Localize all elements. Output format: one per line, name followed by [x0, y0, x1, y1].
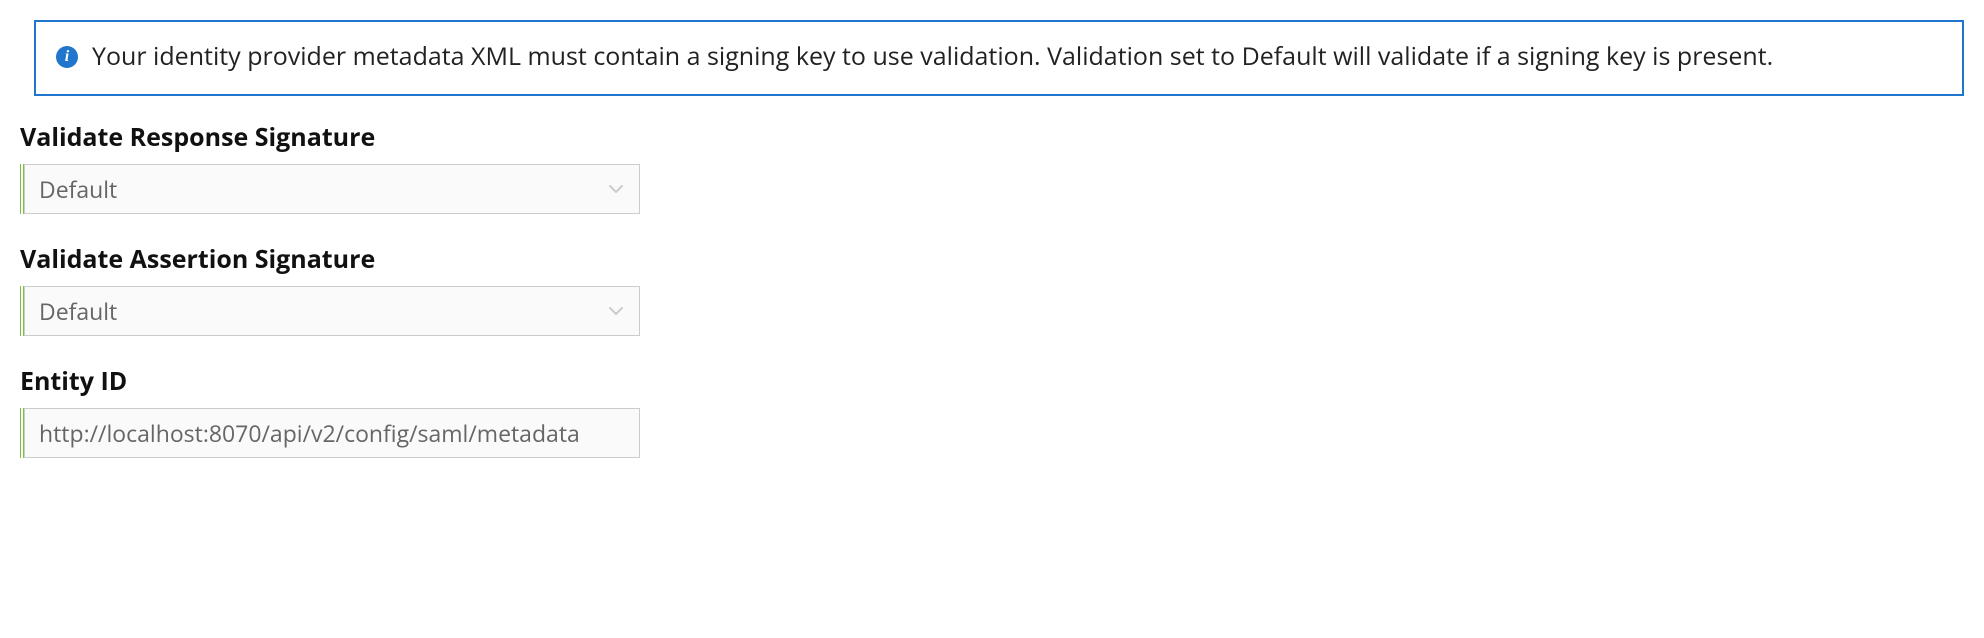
- validate-assertion-signature-group: Validate Assertion Signature Default: [20, 242, 1964, 336]
- validate-assertion-signature-select[interactable]: Default: [24, 286, 640, 336]
- validate-response-signature-value: Default: [39, 173, 117, 205]
- validate-response-signature-select[interactable]: Default: [24, 164, 640, 214]
- entity-id-input-wrapper: [20, 408, 640, 458]
- validate-response-signature-select-wrapper: Default: [20, 164, 640, 214]
- validate-assertion-signature-select-wrapper: Default: [20, 286, 640, 336]
- entity-id-input[interactable]: [24, 408, 640, 458]
- chevron-down-icon: [609, 306, 623, 316]
- info-icon: i: [56, 46, 78, 68]
- entity-id-group: Entity ID: [20, 364, 1964, 458]
- validate-response-signature-group: Validate Response Signature Default: [20, 120, 1964, 214]
- info-alert-text: Your identity provider metadata XML must…: [92, 38, 1942, 76]
- validate-response-signature-label: Validate Response Signature: [20, 120, 1964, 154]
- entity-id-label: Entity ID: [20, 364, 1964, 398]
- validate-assertion-signature-label: Validate Assertion Signature: [20, 242, 1964, 276]
- info-alert: i Your identity provider metadata XML mu…: [34, 20, 1964, 96]
- chevron-down-icon: [609, 184, 623, 194]
- validate-assertion-signature-value: Default: [39, 295, 117, 327]
